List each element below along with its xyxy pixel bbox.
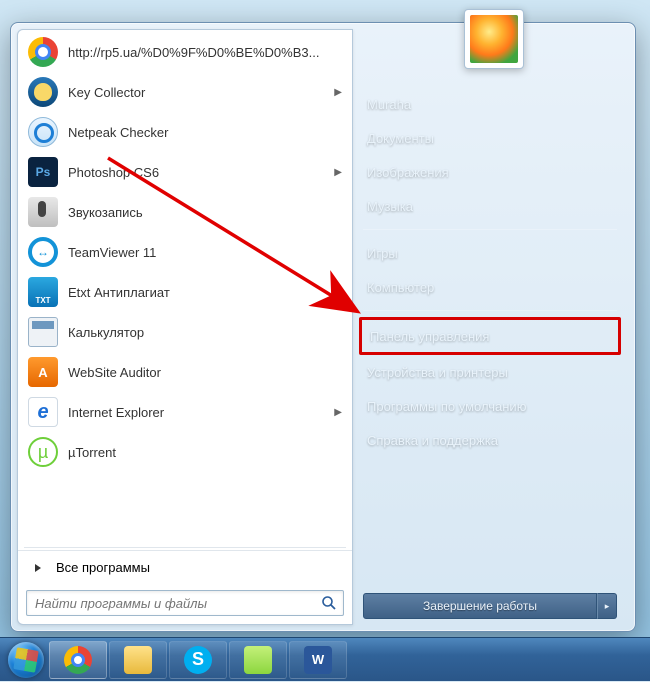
skype-icon: S [184,646,212,674]
shutdown-button[interactable]: Завершение работы [363,593,597,619]
taskbar-word[interactable]: W [289,641,347,679]
right-item-control-panel[interactable]: Панель управления [359,317,621,355]
chevron-right-icon: ▶ [334,167,342,178]
shutdown-options-button[interactable]: ▸ [597,593,617,619]
word-icon: W [304,646,332,674]
website-auditor-icon: A [28,357,58,387]
search-input[interactable] [27,596,315,611]
photoshop-icon: Ps [28,157,58,187]
program-item[interactable]: µ µTorrent [18,432,352,472]
right-item-documents[interactable]: Документы [353,121,627,155]
program-label: http://rp5.ua/%D0%9F%D0%BE%D0%B3... [68,45,342,60]
start-menu-left-pane: http://rp5.ua/%D0%9F%D0%BE%D0%B3... Key C… [17,29,353,625]
notepadpp-icon [244,646,272,674]
start-button[interactable] [4,638,48,682]
program-label: Internet Explorer [68,405,328,420]
taskbar-chrome[interactable] [49,641,107,679]
search-icon[interactable] [315,591,343,615]
program-item[interactable]: http://rp5.ua/%D0%9F%D0%BE%D0%B3... [18,32,352,72]
start-menu-right-pane: Muraha Документы Изображения Музыка Игры… [353,23,635,631]
arrow-right-icon [30,560,46,576]
utorrent-icon: µ [28,437,58,467]
program-item[interactable]: Калькулятор [18,312,352,352]
right-menu-list: Muraha Документы Изображения Музыка Игры… [353,87,627,457]
chrome-icon [28,37,58,67]
search-box[interactable] [26,590,344,616]
keycollector-icon [28,77,58,107]
program-label: Photoshop CS6 [68,165,328,180]
chevron-right-icon: ▶ [334,87,342,98]
right-item-default-programs[interactable]: Программы по умолчанию [353,389,627,423]
right-item-games[interactable]: Игры [353,236,627,270]
shutdown-row: Завершение работы ▸ [353,587,627,625]
user-picture-frame[interactable] [464,9,524,69]
windows-logo-icon [8,642,44,678]
program-label: WebSite Auditor [68,365,342,380]
taskbar-skype[interactable]: S [169,641,227,679]
chevron-right-icon: ▸ [605,601,610,612]
search-row [18,584,352,624]
taskbar: S W [0,637,650,681]
calculator-icon [28,317,58,347]
user-avatar-flower-icon [470,15,518,63]
right-item-help-support[interactable]: Справка и поддержка [353,423,627,457]
folder-icon [124,646,152,674]
teamviewer-icon [28,237,58,267]
program-item[interactable]: Internet Explorer ▶ [18,392,352,432]
program-label: µTorrent [68,445,342,460]
program-item[interactable]: Ps Photoshop CS6 ▶ [18,152,352,192]
all-programs-label: Все программы [56,560,150,575]
right-item-pictures[interactable]: Изображения [353,155,627,189]
program-label: Звукозапись [68,205,342,220]
separator [363,310,617,311]
microphone-icon [28,197,58,227]
chevron-right-icon: ▶ [334,407,342,418]
right-item-user[interactable]: Muraha [353,87,627,121]
program-label: Key Collector [68,85,328,100]
program-item[interactable]: A WebSite Auditor [18,352,352,392]
program-label: Netpeak Checker [68,125,342,140]
program-item[interactable]: Звукозапись [18,192,352,232]
program-item[interactable]: TeamViewer 11 [18,232,352,272]
recent-programs-list: http://rp5.ua/%D0%9F%D0%BE%D0%B3... Key C… [18,30,352,545]
right-item-computer[interactable]: Компьютер [353,270,627,304]
start-menu: http://rp5.ua/%D0%9F%D0%BE%D0%B3... Key C… [10,22,636,632]
chrome-icon [64,646,92,674]
program-item[interactable]: Key Collector ▶ [18,72,352,112]
taskbar-notepadpp[interactable] [229,641,287,679]
program-label: TeamViewer 11 [68,245,342,260]
right-item-devices-printers[interactable]: Устройства и принтеры [353,355,627,389]
separator [363,229,617,230]
program-item[interactable]: TXT Etxt Антиплагиат [18,272,352,312]
right-item-music[interactable]: Музыка [353,189,627,223]
program-label: Etxt Антиплагиат [68,285,342,300]
program-item[interactable]: Netpeak Checker [18,112,352,152]
divider [24,547,346,548]
netpeak-icon [28,117,58,147]
etxt-icon: TXT [28,277,58,307]
program-label: Калькулятор [68,325,342,340]
all-programs-button[interactable]: Все программы [18,550,352,584]
internet-explorer-icon [28,397,58,427]
taskbar-file-explorer[interactable] [109,641,167,679]
